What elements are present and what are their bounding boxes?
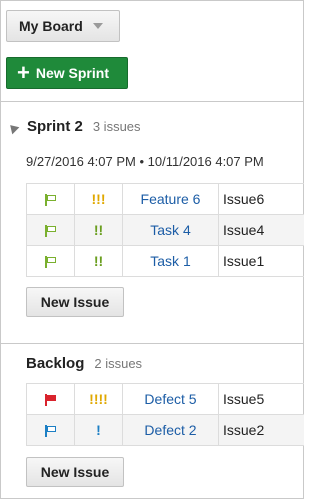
priority-icon: !!!! xyxy=(74,383,123,415)
backlog-issue-table: !!!! Defect 5 Issue5! Defect 2 Issue2 xyxy=(26,383,304,446)
sprint-dates: 9/27/2016 4:07 PM • 10/11/2016 4:07 PM xyxy=(26,154,264,169)
issue-row[interactable]: !! Task 4 Issue4 xyxy=(26,214,304,246)
priority-icon: !! xyxy=(74,245,123,277)
sprint-issue-count: 3 issues xyxy=(92,119,141,134)
issue-id: Issue1 xyxy=(218,245,304,277)
backlog-issue-count: 2 issues xyxy=(94,356,143,371)
issue-row[interactable]: !!!! Defect 5 Issue5 xyxy=(26,383,304,415)
priority-icon: !!! xyxy=(74,183,123,215)
issue-name-link[interactable]: Defect 5 xyxy=(122,383,219,415)
priority-icon: !! xyxy=(74,214,123,246)
sprint-title: Sprint 2 xyxy=(27,118,83,135)
new-sprint-label: New Sprint xyxy=(35,65,109,81)
green-flag-icon xyxy=(44,194,57,207)
issue-row[interactable]: !! Task 1 Issue1 xyxy=(26,245,304,277)
blue-flag-icon xyxy=(44,425,57,438)
issue-type-cell xyxy=(26,383,75,415)
issue-name-link[interactable]: Task 4 xyxy=(122,214,219,246)
green-flag-icon xyxy=(44,256,57,269)
issue-type-cell xyxy=(26,214,75,246)
red-flag-icon xyxy=(44,394,57,407)
issue-id: Issue2 xyxy=(218,414,304,446)
issue-id: Issue6 xyxy=(218,183,304,215)
priority-icon: ! xyxy=(74,414,123,446)
backlog-header: Backlog 2 issues xyxy=(26,355,142,372)
issue-type-cell xyxy=(26,183,75,215)
issue-id: Issue5 xyxy=(218,383,304,415)
new-sprint-button[interactable]: + New Sprint xyxy=(6,57,128,89)
plus-icon: + xyxy=(17,60,30,85)
new-issue-button[interactable]: New Issue xyxy=(26,287,124,317)
issue-row[interactable]: !!! Feature 6 Issue6 xyxy=(26,183,304,215)
sprint-issue-table: !!! Feature 6 Issue6!! Task 4 Issue4!! Task 1… xyxy=(26,183,304,277)
issue-id: Issue4 xyxy=(218,214,304,246)
green-flag-icon xyxy=(44,225,57,238)
issue-name-link[interactable]: Defect 2 xyxy=(122,414,219,446)
collapse-triangle-icon[interactable] xyxy=(6,121,20,134)
issue-type-cell xyxy=(26,245,75,277)
board-selector-button[interactable]: My Board xyxy=(6,10,120,42)
board-selector-label: My Board xyxy=(19,18,83,34)
sprint-header[interactable]: Sprint 2 3 issues xyxy=(6,118,141,135)
divider xyxy=(0,101,304,102)
chevron-down-icon xyxy=(92,23,103,29)
new-issue-button[interactable]: New Issue xyxy=(26,457,124,487)
issue-name-link[interactable]: Task 1 xyxy=(122,245,219,277)
issue-type-cell xyxy=(26,414,75,446)
issue-name-link[interactable]: Feature 6 xyxy=(122,183,219,215)
divider xyxy=(0,343,304,344)
issue-row[interactable]: ! Defect 2 Issue2 xyxy=(26,414,304,446)
backlog-title: Backlog xyxy=(26,355,85,372)
